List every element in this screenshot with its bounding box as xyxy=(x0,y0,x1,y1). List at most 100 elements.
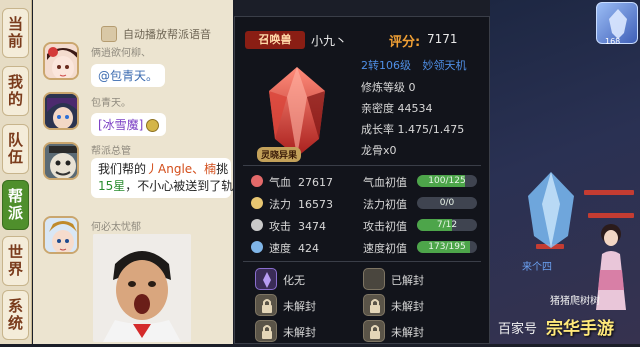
pet-name: 小九丶 xyxy=(311,34,348,48)
shouting-boy-image-icon xyxy=(93,234,191,342)
info-value: x0 xyxy=(383,144,397,157)
sword-icon xyxy=(251,219,263,231)
stat-speed: 速度 424 xyxy=(269,242,319,255)
lock-icon[interactable] xyxy=(255,294,277,316)
auto-play-label: 自动播放帮派语音 xyxy=(123,28,211,41)
aptitude-label: 攻击初值 xyxy=(363,220,407,233)
tab-team[interactable]: 队伍 xyxy=(2,124,29,174)
chat-message-text: [冰雪魔] xyxy=(98,118,144,132)
avatar[interactable] xyxy=(43,216,79,254)
tab-world[interactable]: 世界 xyxy=(2,236,29,286)
tab-system[interactable]: 系统 xyxy=(2,290,29,340)
info-row: 成长率 1.475/1.475 xyxy=(361,121,464,137)
chat-panel: 自动播放帮派语音 俩逍欲何柳、 @包青天。 包青天。 [冰雪魔] 帮派总管 我们… xyxy=(33,0,233,344)
player-name-label: 猪猪爬树树 xyxy=(550,296,600,307)
pet-avatar-icon[interactable]: 168 xyxy=(596,2,638,46)
divider xyxy=(243,261,481,262)
lock-icon[interactable] xyxy=(363,294,385,316)
aptitude-label: 气血初值 xyxy=(363,176,407,189)
pet-info-panel: 召唤兽 小九丶 评分: 7171 灵晓异果 2转106级 妙领天机 修炼等级 0… xyxy=(234,16,490,344)
avatar-portrait-icon xyxy=(45,144,77,178)
pet-score: 7171 xyxy=(427,32,458,46)
avatar[interactable] xyxy=(43,42,79,80)
avatar-portrait-icon xyxy=(45,44,77,78)
pet-species: 妙领天机 xyxy=(422,59,467,72)
avatar-portrait-icon xyxy=(45,218,77,252)
info-row: 亲密度 44534 xyxy=(361,100,433,116)
ice-crystal-icon xyxy=(528,172,574,248)
stat-mp: 法力 16573 xyxy=(269,198,333,211)
chat-message[interactable]: 我们帮的丿Angle、楠挑 15星，不小心被送到了轨 xyxy=(91,158,233,198)
sender-name: 何必太忧郁 xyxy=(91,222,141,233)
health-bar xyxy=(588,213,634,218)
emoji-icon xyxy=(146,119,160,132)
aptitude-bar: 0/0 xyxy=(417,197,477,209)
player-name-label: 来个四 xyxy=(522,262,552,273)
info-value: 1.475/1.475 xyxy=(397,123,465,136)
aptitude-bar: 173/195 xyxy=(417,241,477,253)
info-label: 龙骨 xyxy=(361,144,383,157)
corner-level: 168 xyxy=(605,37,621,46)
watermark-text: 百家号 xyxy=(498,322,538,337)
aptitude-label: 法力初值 xyxy=(363,198,407,211)
game-scene: 168 来个四 猪猪爬树树 百家号 宗华手游 xyxy=(490,0,640,344)
lock-icon[interactable] xyxy=(363,320,385,342)
avatar-portrait-icon xyxy=(45,94,77,128)
chat-message-text: 挑 xyxy=(216,162,229,176)
tab-current[interactable]: 当前 xyxy=(2,8,29,58)
aptitude-value: 100/125 xyxy=(428,176,466,186)
info-value: 0 xyxy=(408,81,416,94)
chat-message-text: 我们帮的 xyxy=(98,162,147,176)
info-value: 44534 xyxy=(397,102,433,115)
chat-channel-tabs: 当前 我的 队伍 帮派 世界 系统 xyxy=(0,0,32,344)
aptitude-value: 7/12 xyxy=(436,220,458,230)
sender-name: 包青天。 xyxy=(91,98,131,109)
skill-label: 未解封 xyxy=(391,300,424,313)
tab-guild[interactable]: 帮派 xyxy=(2,180,29,230)
heart-icon xyxy=(251,175,263,187)
aptitude-label: 速度初值 xyxy=(363,242,407,255)
chat-message[interactable]: @包青天。 xyxy=(91,64,166,87)
aptitude-value: 0/0 xyxy=(439,198,455,208)
tab-mine[interactable]: 我的 xyxy=(2,66,29,116)
lock-icon[interactable] xyxy=(255,320,277,342)
chat-image-message[interactable] xyxy=(93,234,191,342)
health-bar xyxy=(584,190,634,195)
chat-message-text: ，不小心被送到了轨 xyxy=(125,179,233,193)
skill-label: 未解封 xyxy=(283,326,316,339)
skill-slot-icon[interactable] xyxy=(363,268,385,290)
divider xyxy=(243,165,481,166)
info-row: 龙骨x0 xyxy=(361,142,397,158)
skill-label: 已解封 xyxy=(391,274,424,287)
stat-attack: 攻击 3474 xyxy=(269,220,326,233)
auto-play-checkbox[interactable] xyxy=(101,26,117,42)
pet-tag: 灵晓异果 xyxy=(257,147,302,162)
reincarnation-text: 2转106级 xyxy=(361,59,411,72)
score-label: 评分: xyxy=(389,35,421,50)
info-label: 修炼等级 xyxy=(361,81,405,94)
aptitude-bar: 7/12 xyxy=(417,219,477,231)
player-name-link[interactable]: 丿Angle、楠 xyxy=(146,162,216,176)
star-level-text: 15星 xyxy=(98,179,126,193)
skill-label: 未解封 xyxy=(283,300,316,313)
aptitude-bar: 100/125 xyxy=(417,175,477,187)
avatar[interactable] xyxy=(43,92,79,130)
skill-label: 未解封 xyxy=(391,326,424,339)
auto-play-voice-option[interactable]: 自动播放帮派语音 xyxy=(101,26,211,42)
mana-icon xyxy=(251,197,263,209)
info-label: 成长率 xyxy=(361,123,394,136)
skill-glyph-icon xyxy=(263,272,271,288)
pet-reincarnation-level: 2转106级 妙领天机 xyxy=(361,57,467,73)
skill-label: 化无 xyxy=(283,274,305,287)
skill-icon[interactable] xyxy=(255,268,277,290)
avatar[interactable] xyxy=(43,142,79,180)
aptitude-value: 173/195 xyxy=(428,242,466,252)
chat-message[interactable]: [冰雪魔] xyxy=(91,113,167,136)
watermark-logo: 宗华手游 xyxy=(546,319,614,339)
sender-name: 俩逍欲何柳、 xyxy=(91,48,151,59)
stat-hp: 气血 27617 xyxy=(269,176,333,189)
speed-icon xyxy=(251,241,263,253)
info-label: 亲密度 xyxy=(361,102,394,115)
summon-badge: 召唤兽 xyxy=(245,31,305,49)
info-row: 修炼等级 0 xyxy=(361,79,416,95)
